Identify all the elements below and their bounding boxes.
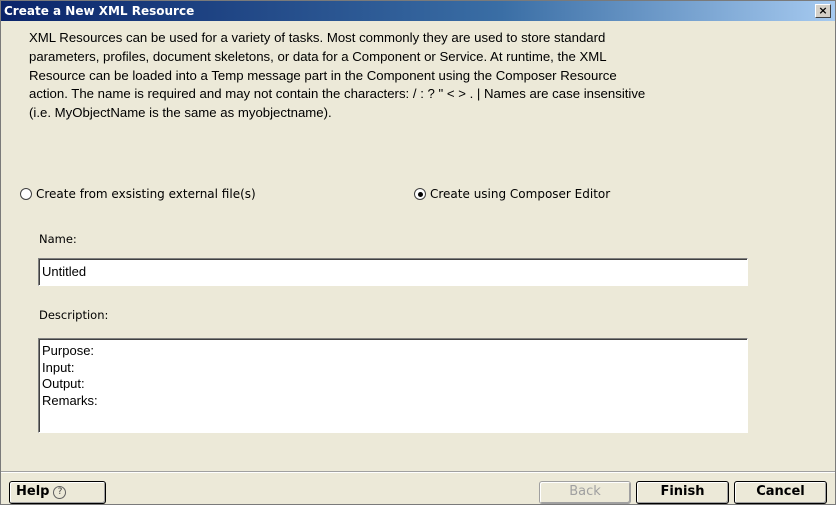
name-input[interactable]: Untitled bbox=[38, 258, 748, 286]
description-textarea[interactable]: Purpose: Input: Output: Remarks: bbox=[38, 338, 748, 433]
description-line: Remarks: bbox=[42, 392, 98, 408]
intro-line: Resource can be loaded into a Temp messa… bbox=[29, 67, 617, 83]
radio-external-file[interactable] bbox=[20, 188, 32, 200]
intro-line: action. The name is required and may not… bbox=[29, 86, 646, 102]
option-composer-editor-label: Create using Composer Editor bbox=[430, 187, 611, 201]
title-bar: Create a New XML Resource × bbox=[1, 1, 835, 21]
intro-text: XML Resources can be used for a variety … bbox=[29, 29, 829, 123]
description-line: Input: bbox=[42, 359, 75, 375]
description-line: Purpose: bbox=[42, 343, 95, 358]
option-composer-editor[interactable]: Create using Composer Editor bbox=[414, 187, 610, 201]
footer-divider bbox=[1, 471, 835, 473]
option-external-file[interactable]: Create from exsisting external file(s) bbox=[20, 187, 256, 201]
help-icon: ? bbox=[53, 486, 67, 499]
back-button[interactable]: Back bbox=[539, 481, 631, 504]
description-label: Description: bbox=[39, 308, 109, 322]
help-button-label: Help bbox=[16, 484, 50, 499]
cancel-button[interactable]: Cancel bbox=[734, 481, 827, 504]
close-icon: × bbox=[818, 4, 828, 17]
intro-line: (i.e. MyObjectName is the same as myobje… bbox=[29, 105, 332, 121]
radio-composer-editor[interactable] bbox=[414, 188, 426, 200]
close-button[interactable]: × bbox=[815, 4, 831, 18]
help-button[interactable]: Help? bbox=[9, 481, 106, 504]
finish-button[interactable]: Finish bbox=[636, 481, 729, 504]
option-external-file-label: Create from exsisting external file(s) bbox=[36, 187, 256, 201]
dialog-window: Create a New XML Resource × XML Resource… bbox=[0, 0, 836, 505]
intro-line: parameters, profiles, document skeletons… bbox=[29, 48, 607, 64]
name-label: Name: bbox=[39, 232, 77, 246]
intro-line: XML Resources can be used for a variety … bbox=[29, 30, 606, 45]
description-line: Output: bbox=[42, 376, 85, 391]
window-title: Create a New XML Resource bbox=[4, 4, 195, 18]
